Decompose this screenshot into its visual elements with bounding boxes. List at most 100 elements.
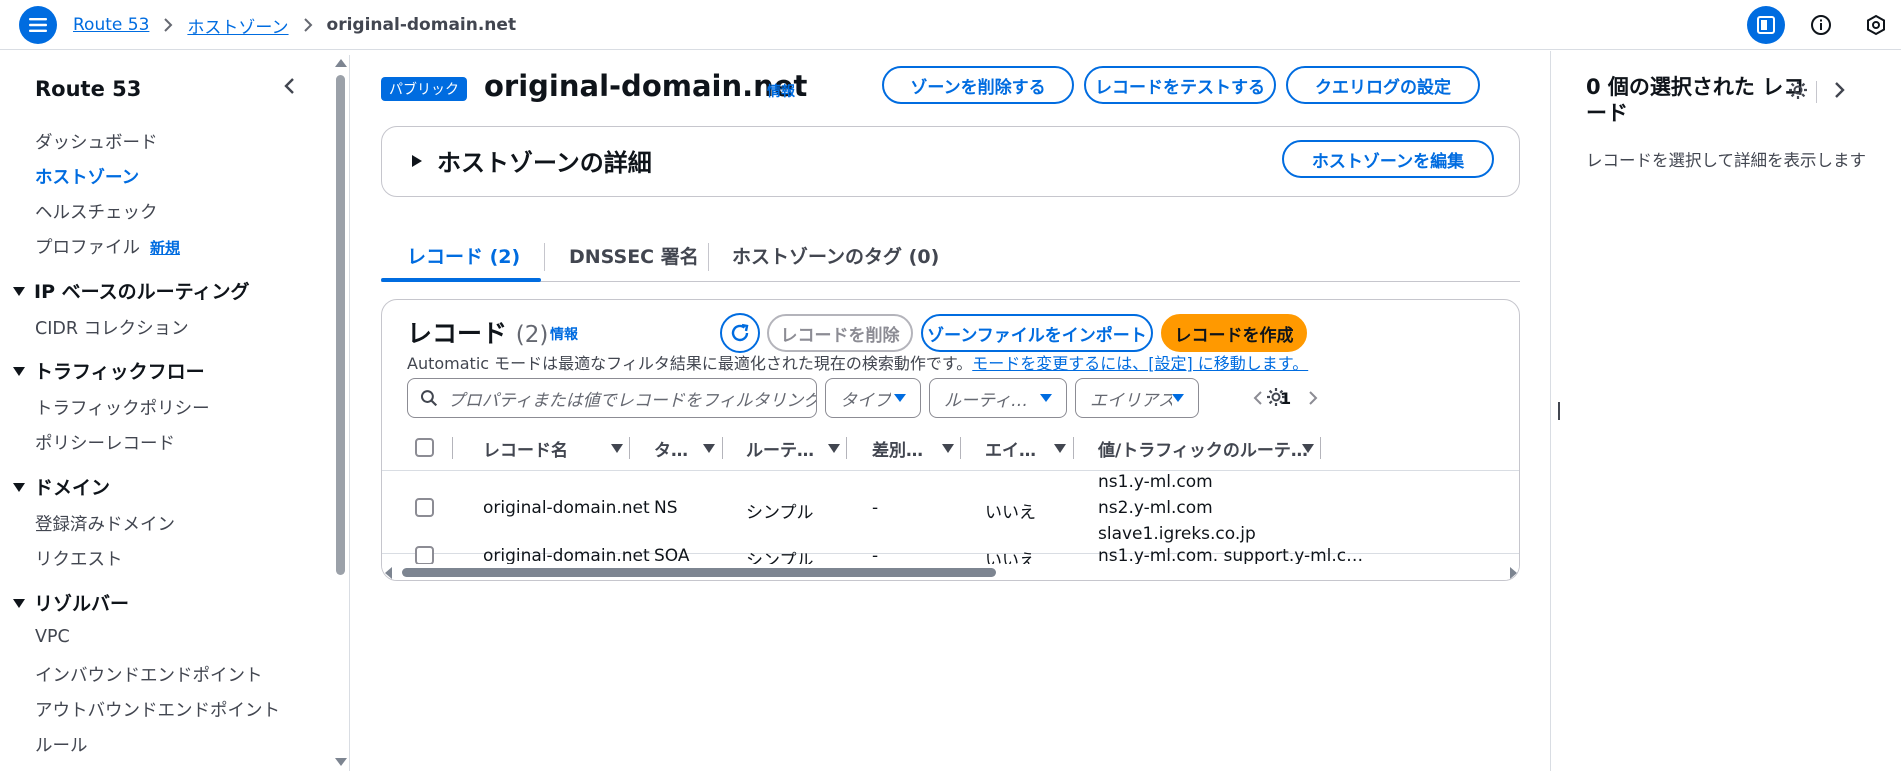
tab-tags[interactable]: ホストゾーンのタグ (0) xyxy=(732,229,939,282)
chevron-right-icon xyxy=(303,18,313,32)
query-logging-button[interactable]: クエリログの設定 xyxy=(1286,66,1480,104)
column-divider xyxy=(722,437,723,459)
record-type-cell: SOA xyxy=(654,546,690,566)
nav-section-traffic-flow[interactable]: トラフィックフロー xyxy=(12,357,205,384)
horizontal-scroll-thumb[interactable] xyxy=(402,568,996,577)
record-routing-cell: シンプル xyxy=(746,503,814,523)
hosted-zone-details-panel: ホストゾーンの詳細 ホストゾーンを編集 xyxy=(381,126,1520,197)
chevron-right-icon[interactable] xyxy=(1833,81,1845,104)
record-type-cell: NS xyxy=(654,498,678,518)
alias-filter-dropdown[interactable]: エイリアス xyxy=(1075,378,1199,418)
nav-section-resolver[interactable]: リゾルバー xyxy=(12,589,129,616)
scroll-down-arrow[interactable] xyxy=(335,758,347,766)
table-horizontal-scrollbar[interactable] xyxy=(382,564,1519,580)
column-header-record-name[interactable]: レコード名 xyxy=(483,426,568,470)
chevron-left-icon[interactable] xyxy=(1252,390,1264,406)
public-badge: パブリック xyxy=(381,77,467,101)
chevron-left-icon[interactable] xyxy=(283,77,297,100)
panel-icon[interactable] xyxy=(1747,6,1785,44)
breadcrumb-route53[interactable]: Route 53 xyxy=(73,15,149,35)
breadcrumb-hosted-zones[interactable]: ホストゾーン xyxy=(187,13,288,38)
column-header-value[interactable]: 値/トラフィックのルーテ… xyxy=(1098,426,1308,470)
column-header-routing[interactable]: ルーテ… xyxy=(746,426,814,470)
column-header-alias[interactable]: エイ… xyxy=(985,426,1036,470)
nav-section-domains-title: ドメイン xyxy=(34,477,111,499)
create-record-button[interactable]: レコードを作成 xyxy=(1161,314,1307,352)
split-panel: 0 個の選択された レコード レコードを選択して詳細を表示します xyxy=(1550,51,1901,771)
select-all-checkbox[interactable] xyxy=(415,438,434,457)
nav-item-policy-records[interactable]: ポリシーレコード xyxy=(35,430,175,455)
menu-icon[interactable] xyxy=(19,6,57,44)
routing-filter-dropdown[interactable]: ルーティ… xyxy=(929,378,1067,418)
column-divider xyxy=(846,437,847,459)
sort-icon[interactable] xyxy=(611,444,623,453)
nav-item-vpcs[interactable]: VPC xyxy=(35,627,70,647)
tab-records[interactable]: レコード (2) xyxy=(407,229,520,282)
nav-item-traffic-policies[interactable]: トラフィックポリシー xyxy=(35,395,210,420)
records-search-input[interactable]: プロパティまたは値でレコードをフィルタリング xyxy=(407,378,817,418)
test-record-button[interactable]: レコードをテストする xyxy=(1084,66,1276,104)
nav-item-profiles[interactable]: プロファイル 新規 xyxy=(35,234,180,259)
nav-item-health-checks[interactable]: ヘルスチェック xyxy=(35,199,158,224)
record-value-cell: ns1.y-ml.com. support.y-ml.c… xyxy=(1098,546,1364,566)
nav-item-requests[interactable]: リクエスト xyxy=(35,546,123,571)
nav-section-domains[interactable]: ドメイン xyxy=(12,473,110,500)
type-filter-dropdown[interactable]: タイプ xyxy=(825,378,921,418)
search-mode-note: Automatic モードは最適なフィルタ結果に最適化された現在の検索動作です。… xyxy=(407,350,1308,374)
nav-scrollbar[interactable] xyxy=(332,55,350,771)
caret-down-icon xyxy=(894,394,906,402)
column-header-differentiator[interactable]: 差別… xyxy=(872,426,923,470)
zone-info-link[interactable]: 情報 xyxy=(767,81,795,101)
sort-icon[interactable] xyxy=(942,444,954,453)
hosted-zone-details-toggle[interactable]: ホストゾーンの詳細 xyxy=(411,143,652,178)
records-info-link[interactable]: 情報 xyxy=(550,324,578,344)
row-checkbox[interactable] xyxy=(415,498,434,517)
nav-section-ip-routing[interactable]: IP ベースのルーティング xyxy=(12,277,250,304)
nav-item-cidr-collections[interactable]: CIDR コレクション xyxy=(35,315,189,340)
sort-icon[interactable] xyxy=(703,444,715,453)
caret-down-icon xyxy=(1172,394,1184,402)
record-diff-cell: - xyxy=(872,498,879,518)
search-mode-text: Automatic モードは最適なフィルタ結果に最適化された現在の検索動作です。 xyxy=(407,354,973,373)
info-icon[interactable] xyxy=(1802,6,1840,44)
breadcrumb: Route 53 ホストゾーン original-domain.net xyxy=(73,12,516,38)
delete-zone-button[interactable]: ゾーンを削除する xyxy=(882,66,1074,104)
column-divider xyxy=(1320,437,1321,459)
record-value-cell: ns2.y-ml.com xyxy=(1098,498,1213,518)
nav-item-inbound-endpoints[interactable]: インバウンドエンドポイント xyxy=(35,662,263,687)
delete-record-button[interactable]: レコードを削除 xyxy=(767,314,913,352)
alias-filter-label: エイリアス xyxy=(1090,390,1172,411)
nav-item-rules[interactable]: ルール xyxy=(35,732,88,757)
gear-icon[interactable] xyxy=(1265,386,1287,413)
nav-item-hosted-zones[interactable]: ホストゾーン xyxy=(35,164,139,189)
caret-down-icon xyxy=(13,366,25,376)
sort-icon[interactable] xyxy=(1054,444,1066,453)
tab-dnssec[interactable]: DNSSEC 署名 xyxy=(569,229,699,282)
caret-down-icon xyxy=(1040,394,1052,402)
caret-down-icon xyxy=(13,286,25,296)
notifications-icon[interactable] xyxy=(1857,6,1895,44)
record-diff-cell: - xyxy=(872,546,879,566)
sort-icon[interactable] xyxy=(1302,444,1314,453)
edit-hosted-zone-button[interactable]: ホストゾーンを編集 xyxy=(1282,140,1494,178)
nav-item-registered-domains[interactable]: 登録済みドメイン xyxy=(35,511,175,536)
nav-item-dashboard[interactable]: ダッシュボード xyxy=(35,129,158,154)
import-zone-file-button[interactable]: ゾーンファイルをインポート xyxy=(921,314,1153,352)
chevron-right-icon xyxy=(163,18,173,32)
nav-item-outbound-endpoints[interactable]: アウトバウンドエンドポイント xyxy=(35,697,280,722)
record-alias-cell: いいえ xyxy=(985,503,1036,523)
row-checkbox[interactable] xyxy=(415,546,434,565)
tab-divider xyxy=(544,243,545,271)
scroll-thumb[interactable] xyxy=(336,75,345,575)
caret-left-icon[interactable] xyxy=(385,567,393,579)
refresh-icon[interactable] xyxy=(720,313,760,353)
caret-right-icon[interactable] xyxy=(1509,567,1517,579)
routing-filter-label: ルーティ… xyxy=(944,390,1028,411)
search-mode-link[interactable]: モードを変更するには、[設定] に移動します。 xyxy=(972,354,1308,373)
sort-icon[interactable] xyxy=(828,444,840,453)
gear-icon[interactable] xyxy=(1787,79,1809,106)
column-divider xyxy=(629,437,630,459)
column-header-type[interactable]: タ… xyxy=(654,426,688,470)
scroll-up-arrow[interactable] xyxy=(335,59,347,67)
chevron-right-icon[interactable] xyxy=(1307,390,1319,406)
